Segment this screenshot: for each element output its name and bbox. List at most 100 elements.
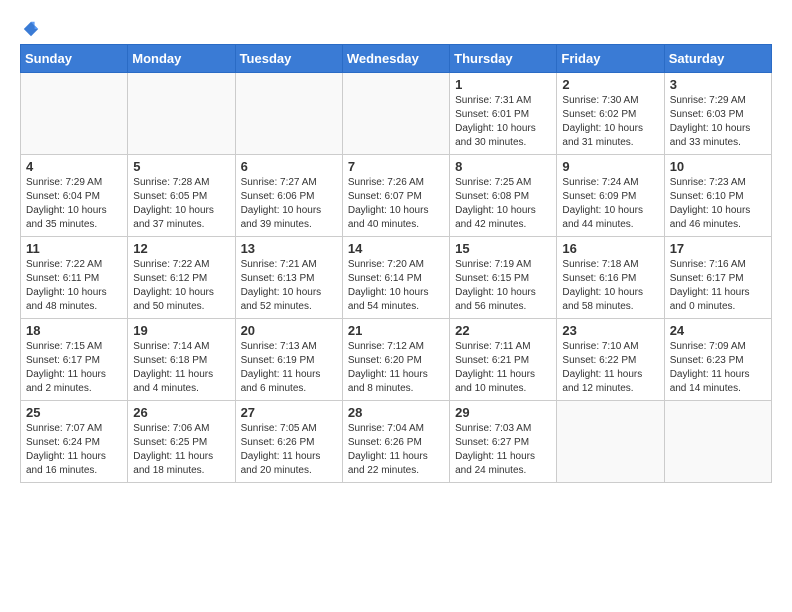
calendar-day-cell — [21, 73, 128, 155]
calendar-day-cell: 26 Sunrise: 7:06 AM Sunset: 6:25 PM Dayli… — [128, 401, 235, 483]
calendar-day-cell: 8 Sunrise: 7:25 AM Sunset: 6:08 PM Daylig… — [450, 155, 557, 237]
day-info: Sunrise: 7:31 AM Sunset: 6:01 PM Dayligh… — [455, 94, 551, 150]
calendar-week-row: 11 Sunrise: 7:22 AM Sunset: 6:11 PM Dayli… — [21, 237, 772, 319]
calendar-day-cell: 11 Sunrise: 7:22 AM Sunset: 6:11 PM Dayli… — [21, 237, 128, 319]
day-number: 6 — [241, 159, 337, 174]
day-number: 19 — [133, 323, 229, 338]
calendar-day-cell: 16 Sunrise: 7:18 AM Sunset: 6:16 PM Dayli… — [557, 237, 664, 319]
day-number: 9 — [562, 159, 658, 174]
weekday-header: Sunday — [21, 45, 128, 73]
day-info: Sunrise: 7:03 AM Sunset: 6:27 PM Dayligh… — [455, 422, 551, 478]
day-number: 16 — [562, 241, 658, 256]
day-number: 1 — [455, 77, 551, 92]
day-number: 8 — [455, 159, 551, 174]
logo — [20, 20, 40, 34]
calendar-day-cell: 5Sunrise: 7:28 AM Sunset: 6:05 PM Daylig… — [128, 155, 235, 237]
calendar-day-cell: 19 Sunrise: 7:14 AM Sunset: 6:18 PM Dayli… — [128, 319, 235, 401]
calendar-week-row: 1 Sunrise: 7:31 AM Sunset: 6:01 PM Daylig… — [21, 73, 772, 155]
calendar-day-cell — [235, 73, 342, 155]
day-number: 18 — [26, 323, 122, 338]
calendar-day-cell: 6 Sunrise: 7:27 AM Sunset: 6:06 PM Daylig… — [235, 155, 342, 237]
day-number: 27 — [241, 405, 337, 420]
weekday-header: Wednesday — [342, 45, 449, 73]
day-number: 11 — [26, 241, 122, 256]
calendar-day-cell: 20 Sunrise: 7:13 AM Sunset: 6:19 PM Dayli… — [235, 319, 342, 401]
day-info: Sunrise: 7:14 AM Sunset: 6:18 PM Dayligh… — [133, 340, 229, 396]
calendar-day-cell: 14 Sunrise: 7:20 AM Sunset: 6:14 PM Dayli… — [342, 237, 449, 319]
day-info: Sunrise: 7:12 AM Sunset: 6:20 PM Dayligh… — [348, 340, 444, 396]
calendar-day-cell: 3 Sunrise: 7:29 AM Sunset: 6:03 PM Daylig… — [664, 73, 771, 155]
day-number: 28 — [348, 405, 444, 420]
calendar-day-cell: 24 Sunrise: 7:09 AM Sunset: 6:23 PM Dayli… — [664, 319, 771, 401]
day-number: 4 — [26, 159, 122, 174]
day-number: 20 — [241, 323, 337, 338]
day-info: Sunrise: 7:27 AM Sunset: 6:06 PM Dayligh… — [241, 176, 337, 232]
calendar-week-row: 25 Sunrise: 7:07 AM Sunset: 6:24 PM Dayli… — [21, 401, 772, 483]
day-number: 2 — [562, 77, 658, 92]
calendar-day-cell: 29Sunrise: 7:03 AM Sunset: 6:27 PM Dayli… — [450, 401, 557, 483]
calendar-day-cell — [557, 401, 664, 483]
day-number: 12 — [133, 241, 229, 256]
day-info: Sunrise: 7:15 AM Sunset: 6:17 PM Dayligh… — [26, 340, 122, 396]
day-info: Sunrise: 7:22 AM Sunset: 6:11 PM Dayligh… — [26, 258, 122, 314]
calendar-day-cell — [342, 73, 449, 155]
day-number: 25 — [26, 405, 122, 420]
day-info: Sunrise: 7:07 AM Sunset: 6:24 PM Dayligh… — [26, 422, 122, 478]
calendar-day-cell: 9 Sunrise: 7:24 AM Sunset: 6:09 PM Daylig… — [557, 155, 664, 237]
day-info: Sunrise: 7:21 AM Sunset: 6:13 PM Dayligh… — [241, 258, 337, 314]
day-info: Sunrise: 7:24 AM Sunset: 6:09 PM Dayligh… — [562, 176, 658, 232]
day-info: Sunrise: 7:04 AM Sunset: 6:26 PM Dayligh… — [348, 422, 444, 478]
day-number: 14 — [348, 241, 444, 256]
day-number: 24 — [670, 323, 766, 338]
day-info: Sunrise: 7:18 AM Sunset: 6:16 PM Dayligh… — [562, 258, 658, 314]
calendar-week-row: 18 Sunrise: 7:15 AM Sunset: 6:17 PM Dayli… — [21, 319, 772, 401]
day-number: 23 — [562, 323, 658, 338]
day-info: Sunrise: 7:20 AM Sunset: 6:14 PM Dayligh… — [348, 258, 444, 314]
day-number: 5 — [133, 159, 229, 174]
weekday-header: Saturday — [664, 45, 771, 73]
calendar-day-cell: 28 Sunrise: 7:04 AM Sunset: 6:26 PM Dayli… — [342, 401, 449, 483]
calendar-day-cell: 2Sunrise: 7:30 AM Sunset: 6:02 PM Daylig… — [557, 73, 664, 155]
calendar-day-cell: 17 Sunrise: 7:16 AM Sunset: 6:17 PM Dayli… — [664, 237, 771, 319]
page-header — [20, 20, 772, 34]
day-info: Sunrise: 7:29 AM Sunset: 6:03 PM Dayligh… — [670, 94, 766, 150]
calendar-day-cell: 15Sunrise: 7:19 AM Sunset: 6:15 PM Dayli… — [450, 237, 557, 319]
calendar-day-cell: 22 Sunrise: 7:11 AM Sunset: 6:21 PM Dayli… — [450, 319, 557, 401]
day-info: Sunrise: 7:16 AM Sunset: 6:17 PM Dayligh… — [670, 258, 766, 314]
calendar-day-cell — [664, 401, 771, 483]
day-info: Sunrise: 7:10 AM Sunset: 6:22 PM Dayligh… — [562, 340, 658, 396]
day-info: Sunrise: 7:09 AM Sunset: 6:23 PM Dayligh… — [670, 340, 766, 396]
day-number: 17 — [670, 241, 766, 256]
calendar-day-cell: 18 Sunrise: 7:15 AM Sunset: 6:17 PM Dayli… — [21, 319, 128, 401]
calendar-day-cell: 4 Sunrise: 7:29 AM Sunset: 6:04 PM Daylig… — [21, 155, 128, 237]
calendar-day-cell: 7 Sunrise: 7:26 AM Sunset: 6:07 PM Daylig… — [342, 155, 449, 237]
day-info: Sunrise: 7:23 AM Sunset: 6:10 PM Dayligh… — [670, 176, 766, 232]
weekday-header: Monday — [128, 45, 235, 73]
calendar-day-cell: 12Sunrise: 7:22 AM Sunset: 6:12 PM Dayli… — [128, 237, 235, 319]
day-number: 3 — [670, 77, 766, 92]
calendar-day-cell: 21 Sunrise: 7:12 AM Sunset: 6:20 PM Dayli… — [342, 319, 449, 401]
day-number: 21 — [348, 323, 444, 338]
day-number: 22 — [455, 323, 551, 338]
weekday-header: Tuesday — [235, 45, 342, 73]
day-info: Sunrise: 7:29 AM Sunset: 6:04 PM Dayligh… — [26, 176, 122, 232]
calendar-day-cell: 27 Sunrise: 7:05 AM Sunset: 6:26 PM Dayli… — [235, 401, 342, 483]
day-info: Sunrise: 7:25 AM Sunset: 6:08 PM Dayligh… — [455, 176, 551, 232]
weekday-header: Thursday — [450, 45, 557, 73]
day-info: Sunrise: 7:11 AM Sunset: 6:21 PM Dayligh… — [455, 340, 551, 396]
day-number: 7 — [348, 159, 444, 174]
logo-icon — [22, 20, 40, 38]
day-number: 10 — [670, 159, 766, 174]
calendar-day-cell: 13 Sunrise: 7:21 AM Sunset: 6:13 PM Dayli… — [235, 237, 342, 319]
day-info: Sunrise: 7:06 AM Sunset: 6:25 PM Dayligh… — [133, 422, 229, 478]
day-info: Sunrise: 7:26 AM Sunset: 6:07 PM Dayligh… — [348, 176, 444, 232]
day-info: Sunrise: 7:13 AM Sunset: 6:19 PM Dayligh… — [241, 340, 337, 396]
calendar-day-cell: 25 Sunrise: 7:07 AM Sunset: 6:24 PM Dayli… — [21, 401, 128, 483]
day-number: 26 — [133, 405, 229, 420]
calendar-header-row: SundayMondayTuesdayWednesdayThursdayFrid… — [21, 45, 772, 73]
day-info: Sunrise: 7:05 AM Sunset: 6:26 PM Dayligh… — [241, 422, 337, 478]
day-number: 15 — [455, 241, 551, 256]
calendar-day-cell: 23 Sunrise: 7:10 AM Sunset: 6:22 PM Dayli… — [557, 319, 664, 401]
calendar-day-cell — [128, 73, 235, 155]
day-number: 13 — [241, 241, 337, 256]
